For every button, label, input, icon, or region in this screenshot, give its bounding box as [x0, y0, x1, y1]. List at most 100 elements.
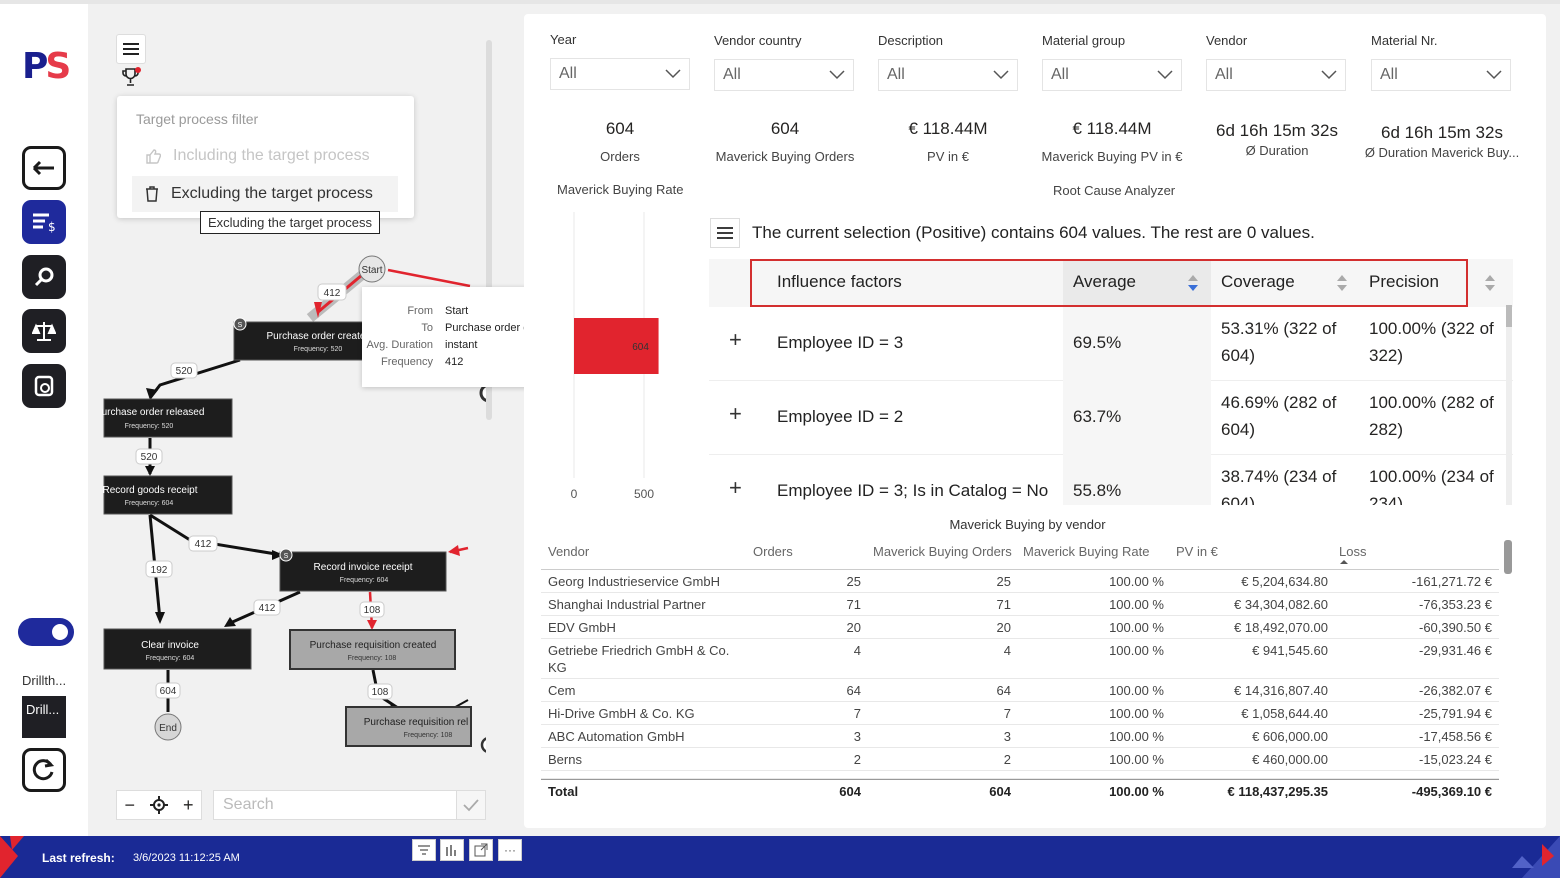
menu-item-excluding[interactable]: Excluding the target process — [132, 176, 398, 212]
filter-pane-button[interactable] — [412, 839, 436, 861]
view-toggle[interactable] — [18, 618, 74, 646]
activity-node-label: Purchase order create — [267, 331, 366, 342]
expand-icon[interactable]: + — [729, 475, 742, 501]
table-row[interactable]: EDV GmbH 20 20 100.00 % € 18,492,070.00 … — [541, 616, 1499, 639]
sort-asc-icon[interactable] — [1340, 559, 1348, 565]
header-mb-rate[interactable]: Maverick Buying Rate — [1023, 544, 1149, 559]
table-row[interactable]: Hi-Drive GmbH & Co. KG 7 7 100.00 % € 1,… — [541, 702, 1499, 725]
tooltip-key: From — [407, 305, 433, 317]
loss-cell: -161,271.72 € — [1411, 574, 1492, 589]
kpi-value: 604 — [605, 119, 635, 138]
filter-dropdown[interactable]: All — [878, 59, 1018, 91]
edge-start-right[interactable] — [387, 268, 471, 288]
vendor-table-scrollbar[interactable] — [1504, 540, 1512, 574]
loss-cell: -76,353.23 € — [1418, 597, 1492, 612]
report-button[interactable] — [22, 364, 66, 408]
influence-table-scrollbar[interactable] — [1506, 305, 1512, 505]
zoom-out-icon[interactable]: − — [124, 795, 135, 816]
table-row[interactable]: Shanghai Industrial Partner 71 71 100.00… — [541, 593, 1499, 616]
ps-logo: PS — [22, 46, 71, 87]
activity-search-input[interactable]: Search — [213, 790, 457, 820]
last-refresh-time: 3/6/2023 11:12:25 AM — [133, 852, 240, 864]
search-analysis-button[interactable] — [22, 255, 66, 299]
focus-mode-button[interactable] — [469, 839, 493, 861]
filter-vendor-country: Vendor country All — [714, 33, 854, 91]
kpi-value: € 118.44M — [1072, 119, 1152, 138]
kpi-label: Maverick Buying PV in € — [1041, 149, 1183, 164]
header-loss[interactable]: Loss — [1339, 544, 1366, 559]
ellipsis-icon: ··· — [504, 843, 516, 857]
edge-arrow — [155, 612, 165, 624]
start-node-label: Start — [361, 265, 382, 276]
kpi-label: Ø Duration — [1245, 143, 1309, 158]
filter-year: Year All — [550, 32, 690, 90]
process-menu-button[interactable] — [116, 34, 146, 64]
table-row[interactable]: ABC Automation GmbH 3 3 100.00 % € 606,0… — [541, 725, 1499, 748]
activity-node-label: Record goods receipt — [102, 485, 197, 496]
vendor-cell: Shanghai Industrial Partner — [548, 597, 706, 612]
excluding-tooltip: Excluding the target process — [200, 211, 381, 234]
filter-dropdown[interactable]: All — [714, 59, 854, 91]
activity-node-frequency: Frequency: 604 — [125, 500, 174, 507]
chevron-down-icon — [1486, 70, 1502, 80]
loss-cell: -25,791.94 € — [1418, 706, 1492, 721]
detail-slider-handle-bottom[interactable] — [480, 737, 486, 753]
filter-dropdown[interactable]: All — [1206, 59, 1346, 91]
menu-item-label: Excluding the target process — [171, 185, 373, 202]
vendor-table-title: Maverick Buying by vendor — [949, 517, 1106, 532]
vendor-cell: Cem — [548, 683, 576, 698]
header-mb-orders[interactable]: Maverick Buying Orders — [873, 544, 1012, 559]
activity-node-frequency: Frequency: 108 — [404, 732, 453, 739]
compliance-button[interactable] — [22, 309, 66, 353]
table-row[interactable]: Georg Industrieservice GmbH 25 25 100.00… — [541, 570, 1499, 593]
kpi-duration: 6d 16h 15m 32s Ø Duration — [1202, 121, 1352, 158]
table-row[interactable]: + Employee ID = 2 63.7% 46.69% (282 of 6… — [709, 381, 1513, 455]
influence-factor-table: Influence factors Average Coverage Preci… — [709, 259, 1513, 505]
header-pv[interactable]: PV in € — [1176, 544, 1218, 559]
kpi-duration-maverick: 6d 16h 15m 32s Ø Duration Maverick Buy... — [1362, 123, 1522, 160]
target-process-button[interactable] — [116, 64, 146, 90]
back-button[interactable] — [22, 146, 66, 190]
table-row[interactable]: Getriebe Friedrich GmbH & Co. KG 4 4 100… — [541, 639, 1499, 679]
edge-arrow — [146, 388, 158, 400]
arrow-left-icon — [32, 160, 54, 176]
filter-dropdown[interactable]: All — [1042, 59, 1182, 91]
visual-filter-button[interactable] — [440, 839, 464, 861]
activity-node-label: Purchase requisition rel — [364, 717, 469, 728]
svg-text:$: $ — [48, 220, 56, 233]
zoom-in-icon[interactable]: + — [183, 795, 194, 816]
rca-menu-button[interactable] — [710, 218, 740, 248]
mb-rate-cell: 100.00 % — [1109, 729, 1164, 744]
hamburger-icon — [717, 227, 733, 239]
header-orders[interactable]: Orders — [753, 544, 793, 559]
vendor-cell: Berns — [548, 752, 582, 767]
kpi-maverick-pv: € 118.44M Maverick Buying PV in € — [1037, 119, 1187, 164]
target-process-menu: Target process filter Including the targ… — [117, 96, 414, 218]
center-target-icon[interactable] — [149, 796, 168, 814]
expand-icon[interactable]: + — [729, 327, 742, 353]
menu-item-including[interactable]: Including the target process — [145, 147, 370, 165]
more-options-button[interactable]: ··· — [498, 839, 522, 861]
header-vendor[interactable]: Vendor — [548, 544, 589, 559]
vendor-cell: Getriebe Friedrich GmbH & Co. — [548, 643, 730, 658]
loss-cell: -60,390.50 € — [1418, 620, 1492, 635]
search-confirm-button[interactable] — [456, 790, 486, 820]
mb-rate-cell: 100.00 % — [1109, 574, 1164, 589]
filter-dropdown[interactable]: All — [1371, 59, 1511, 91]
orders-cell: 71 — [846, 597, 861, 612]
zoom-controls: − + — [116, 790, 202, 820]
table-row[interactable]: + Employee ID = 3; Is in Catalog = No 55… — [709, 455, 1513, 505]
sort-icon[interactable] — [1484, 274, 1496, 292]
drillthrough-button[interactable]: Drill... — [22, 696, 66, 738]
mb-orders-cell: 64 — [996, 683, 1011, 698]
refresh-button[interactable] — [22, 748, 66, 792]
chevron-down-icon — [993, 70, 1009, 80]
filter-dropdown[interactable]: All — [550, 58, 690, 90]
pv-cell: € 941,545.60 — [1252, 643, 1328, 658]
table-row[interactable]: + Employee ID = 3 69.5% 53.31% (322 of 6… — [709, 307, 1513, 381]
maverick-buying-button[interactable]: $ — [22, 200, 66, 244]
expand-icon[interactable]: + — [729, 401, 742, 427]
table-row[interactable]: Cem 64 64 100.00 % € 14,316,807.40 -26,3… — [541, 679, 1499, 702]
table-row[interactable]: Berns 2 2 100.00 % € 460,000.00 -15,023.… — [541, 748, 1499, 771]
activity-node-po-released[interactable] — [103, 398, 233, 438]
